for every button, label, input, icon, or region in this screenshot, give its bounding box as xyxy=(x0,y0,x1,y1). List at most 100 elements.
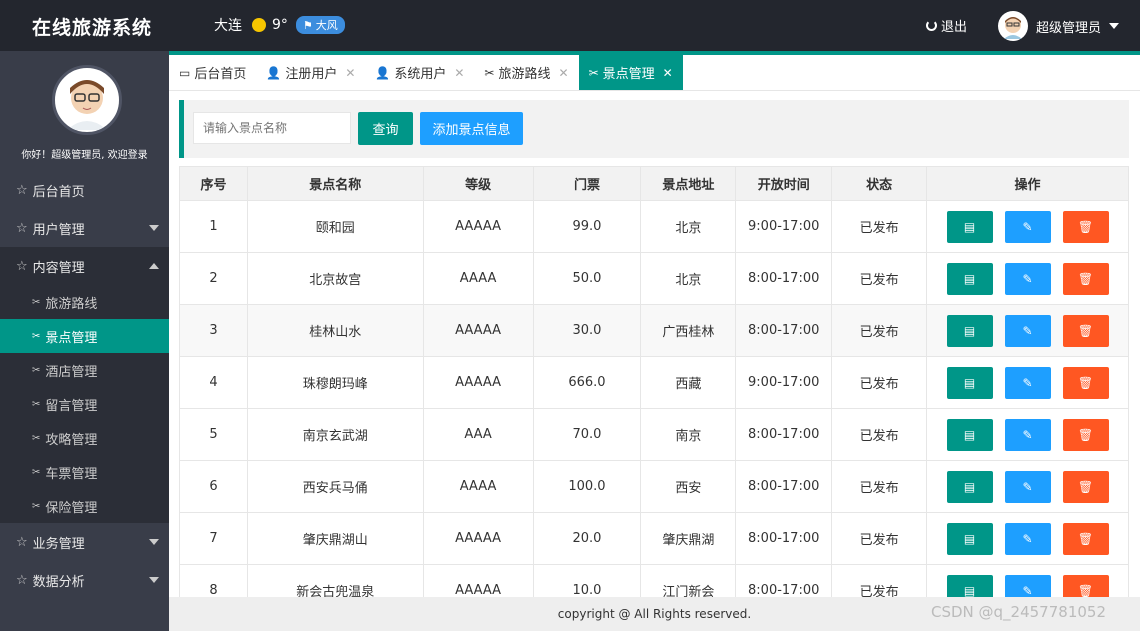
table-cell: 桂林山水 xyxy=(246,304,424,357)
tools-icon: ✂ xyxy=(588,65,599,80)
sidebar-subitem-routes[interactable]: ✂ 旅游路线 xyxy=(0,285,169,319)
close-icon[interactable]: ✕ xyxy=(454,66,464,80)
sidebar-subitem-insurance[interactable]: ✂ 保险管理 xyxy=(0,489,169,523)
user-menu[interactable]: 超级管理员 xyxy=(998,11,1120,41)
add-scenic-button[interactable]: 添加景点信息 xyxy=(420,112,523,145)
row-actions: ▤ ✎ 🗑 xyxy=(927,210,1128,243)
table-cell: 5 xyxy=(179,408,248,461)
tab-scenic[interactable]: ✂ 景点管理 ✕ xyxy=(578,55,683,90)
table-cell: 西安 xyxy=(640,460,737,513)
row-actions: ▤ ✎ 🗑 xyxy=(927,574,1128,598)
sidebar-subitem-scenic[interactable]: ✂ 景点管理 xyxy=(0,319,169,353)
sidebar: 你好！超级管理员, 欢迎登录 ☆ 后台首页 ☆ 用户管理 ☆ 内容管理 ✂ 旅游路线 ✂… xyxy=(0,51,169,631)
table-cell: 8 xyxy=(179,564,248,597)
search-input[interactable] xyxy=(193,112,351,144)
column-header: 状态 xyxy=(831,166,927,201)
view-button[interactable]: ▤ xyxy=(946,522,993,555)
table-cell: AAAAA xyxy=(422,512,534,565)
document-icon: ▤ xyxy=(963,375,976,390)
column-header: 操作 xyxy=(926,166,1129,201)
table-cell: 100.0 xyxy=(532,460,642,513)
chevron-down-icon xyxy=(149,539,159,545)
user-icon: 👤 xyxy=(375,65,391,80)
trash-icon: 🗑 xyxy=(1077,271,1094,286)
sidebar-item-users[interactable]: ☆ 用户管理 xyxy=(0,209,169,247)
close-icon[interactable]: ✕ xyxy=(559,66,569,80)
view-button[interactable]: ▤ xyxy=(946,314,993,347)
table-cell: 9:00-17:00 xyxy=(735,356,833,409)
table-cell: 北京故宫 xyxy=(246,252,424,305)
logout-button[interactable]: 退出 xyxy=(926,16,967,35)
sidebar-avatar xyxy=(52,65,122,135)
edit-button[interactable]: ✎ xyxy=(1004,366,1051,399)
table-cell: 8:00-17:00 xyxy=(735,408,833,461)
view-button[interactable]: ▤ xyxy=(946,366,993,399)
avatar xyxy=(998,11,1028,41)
view-button[interactable]: ▤ xyxy=(946,574,993,597)
column-header: 景点地址 xyxy=(640,166,737,201)
sidebar-subitem-guides[interactable]: ✂ 攻略管理 xyxy=(0,421,169,455)
sidebar-subitem-label: 留言管理 xyxy=(45,398,98,414)
delete-button[interactable]: 🗑 xyxy=(1062,418,1109,451)
table-cell: 4 xyxy=(179,356,248,409)
tools-icon: ✂ xyxy=(32,432,41,444)
view-button[interactable]: ▤ xyxy=(946,418,993,451)
delete-button[interactable]: 🗑 xyxy=(1062,314,1109,347)
actions-cell: ▤ ✎ 🗑 xyxy=(926,408,1129,461)
tab-registered-users[interactable]: 👤 注册用户 ✕ xyxy=(256,55,365,90)
table-row: 7 肇庆鼎湖山 AAAAA 20.0 肇庆鼎湖 8:00-17:00 已发布 ▤ ✎ 🗑 xyxy=(179,512,1129,565)
trash-icon: 🗑 xyxy=(1077,479,1094,494)
pencil-icon: ✎ xyxy=(1022,583,1033,598)
sidebar-item-business[interactable]: ☆ 业务管理 xyxy=(0,523,169,561)
document-icon: ▤ xyxy=(963,479,976,494)
delete-button[interactable]: 🗑 xyxy=(1062,522,1109,555)
view-button[interactable]: ▤ xyxy=(946,262,993,295)
table-body: 1 颐和园 AAAAA 99.0 北京 9:00-17:00 已发布 ▤ ✎ 🗑 2 北京故宫 AAAA… xyxy=(179,200,1129,598)
close-icon[interactable]: ✕ xyxy=(345,66,355,80)
sidebar-item-analytics[interactable]: ☆ 数据分析 xyxy=(0,561,169,599)
document-icon: ▤ xyxy=(963,323,976,338)
table-cell: 9:00-17:00 xyxy=(735,200,833,253)
sidebar-subitem-hotels[interactable]: ✂ 酒店管理 xyxy=(0,353,169,387)
actions-cell: ▤ ✎ 🗑 xyxy=(926,512,1129,565)
sidebar-item-content[interactable]: ☆ 内容管理 xyxy=(0,247,169,285)
star-icon: ☆ xyxy=(16,572,28,588)
tab-home[interactable]: ▭ 后台首页 xyxy=(169,55,256,90)
query-button[interactable]: 查询 xyxy=(358,112,413,145)
edit-button[interactable]: ✎ xyxy=(1004,262,1051,295)
view-button[interactable]: ▤ xyxy=(946,470,993,503)
edit-button[interactable]: ✎ xyxy=(1004,314,1051,347)
app-title: 在线旅游系统 xyxy=(32,17,153,39)
row-actions: ▤ ✎ 🗑 xyxy=(927,262,1128,295)
sidebar-subitem-messages[interactable]: ✂ 留言管理 xyxy=(0,387,169,421)
edit-button[interactable]: ✎ xyxy=(1004,418,1051,451)
tab-routes[interactable]: ✂ 旅游路线 ✕ xyxy=(474,55,578,90)
sidebar-item-home[interactable]: ☆ 后台首页 xyxy=(0,171,169,209)
edit-button[interactable]: ✎ xyxy=(1004,574,1051,598)
table-cell: 西安兵马俑 xyxy=(246,460,424,513)
sidebar-subitem-label: 旅游路线 xyxy=(45,296,98,312)
row-actions: ▤ ✎ 🗑 xyxy=(927,522,1128,555)
delete-button[interactable]: 🗑 xyxy=(1062,366,1109,399)
tab-system-users[interactable]: 👤 系统用户 ✕ xyxy=(365,55,474,90)
table-cell: AAAA xyxy=(422,460,534,513)
delete-button[interactable]: 🗑 xyxy=(1062,574,1109,597)
edit-button[interactable]: ✎ xyxy=(1004,210,1051,243)
sidebar-item-label: 业务管理 xyxy=(32,536,85,552)
sidebar-subitem-tickets[interactable]: ✂ 车票管理 xyxy=(0,455,169,489)
wind-badge: ⚑ 大风 xyxy=(295,16,345,34)
actions-cell: ▤ ✎ 🗑 xyxy=(926,200,1129,253)
star-icon: ☆ xyxy=(16,182,28,198)
delete-button[interactable]: 🗑 xyxy=(1062,210,1109,243)
star-icon: ☆ xyxy=(16,220,28,236)
table-header-row: 序号 景点名称 等级 门票 景点地址 开放时间 状态 操作 xyxy=(179,166,1129,201)
weather-city: 大连 xyxy=(214,18,242,34)
delete-button[interactable]: 🗑 xyxy=(1062,262,1109,295)
edit-button[interactable]: ✎ xyxy=(1004,470,1051,503)
tab-label: 旅游路线 xyxy=(498,67,551,82)
delete-button[interactable]: 🗑 xyxy=(1062,470,1109,503)
view-button[interactable]: ▤ xyxy=(946,210,993,243)
edit-button[interactable]: ✎ xyxy=(1004,522,1051,555)
close-icon[interactable]: ✕ xyxy=(663,66,673,80)
table-cell: 666.0 xyxy=(532,356,642,409)
